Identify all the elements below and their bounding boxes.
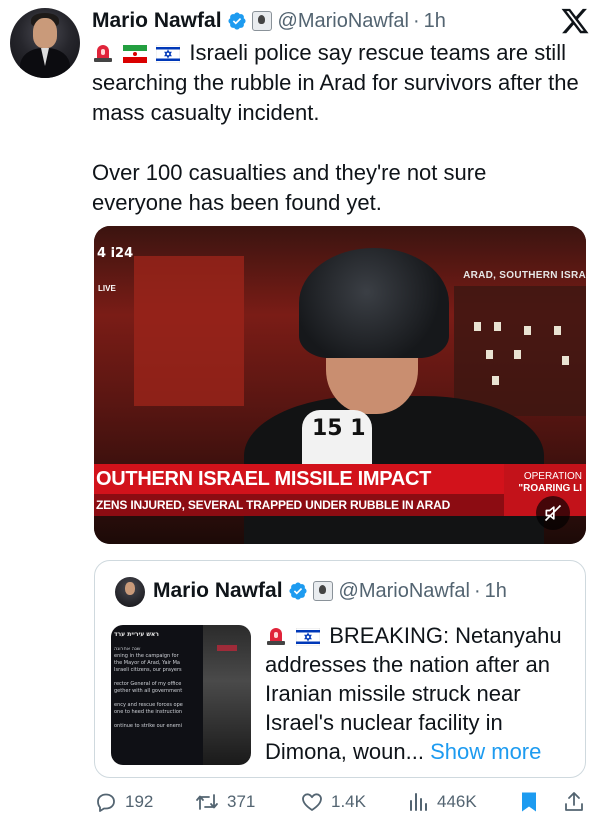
quote-doc-line [114,674,200,681]
quote-doc-line: ency and rescue forces ope [114,702,183,708]
bookmark-icon [522,792,536,812]
israel-flag-icon [296,628,321,646]
show-more-link[interactable]: Show more [430,739,541,764]
quote-document-thumbnail: ראש עיריית ערד שנה אחרונה ening in the c… [111,625,203,765]
live-label: LIVE [98,284,116,293]
news-headline: OUTHERN ISRAEL MISSILE IMPACT [94,464,504,494]
quote-doc-line: ening in the campaign for [114,653,179,659]
quote-author-handle: @MarioNawfal [338,579,470,602]
news-subheadline: ZENS INJURED, SEVERAL TRAPPED UNDER RUBB… [94,494,504,516]
tweet-header: Mario Nawfal @MarioNawfal · 1h [92,6,590,36]
quote-doc-line: Israeli citizens, our prayers [114,667,182,673]
affiliation-badge-icon[interactable] [251,11,272,31]
quote-doc-line: ontinue to strike our enemi [114,723,183,729]
quote-doc-line: one to heed the instruction [114,709,183,715]
reply-count: 192 [125,792,154,811]
quote-doc-line: gether with all government [114,688,183,694]
quote-time: 1h [484,579,507,602]
quote-doc-header: ראש עיריית ערד [114,631,159,638]
views-chart-icon [410,793,427,811]
quote-doc-line: the Mayor of Arad, Yair Ma [114,660,180,666]
quote-doc-line: rector General of my office [114,681,182,687]
quote-doc-line: שנה אחרונה [114,646,141,652]
author-handle[interactable]: @MarioNawfal [278,10,409,33]
quote-video-thumbnail [203,625,251,765]
siren-emoji-icon [267,628,285,645]
x-logo-icon[interactable] [560,6,590,36]
repost-icon [196,794,218,810]
tweet-time[interactable]: 1h [424,10,446,33]
views-count: 446K [437,792,477,811]
share-icon [565,792,583,811]
separator-dot: · [412,9,420,32]
operation-line-2: "ROARING LI [518,483,582,494]
quote-verified-badge-icon [288,582,307,600]
quote-author-name: Mario Nawfal [153,579,283,602]
quote-author-avatar [115,577,145,607]
author-name[interactable]: Mario Nawfal [92,9,222,33]
mic-flag-label: 15 1 [312,416,366,441]
repost-count: 371 [227,792,256,811]
quote-separator-dot: · [473,579,481,602]
reply-button[interactable]: 192 [94,790,153,814]
israel-flag-icon [156,45,181,63]
mute-button[interactable] [536,496,570,530]
channel-logo: 4 i24 [97,246,134,261]
like-count: 1.4K [331,792,366,811]
quote-body: BREAKING: Netanyahu addresses the nation… [265,621,577,766]
share-button[interactable] [562,790,593,814]
like-button[interactable]: 1.4K [300,790,366,814]
video-player[interactable]: 15 1 4 i24 LIVE ARAD, SOUTHERN ISRA OUTH… [94,226,586,544]
views-button[interactable]: 446K [408,790,477,814]
quoted-tweet[interactable]: Mario Nawfal @MarioNawfal · 1h ראש עיריי… [94,560,586,778]
quote-doc-line [114,695,200,702]
repost-button[interactable]: 371 [194,790,255,814]
bookmark-button[interactable] [518,790,547,814]
quote-doc-line [114,716,200,723]
quote-affiliation-badge-icon [312,581,333,601]
tweet-paragraph-2: Over 100 casualties and they're not sure… [92,160,487,215]
verified-badge-icon [227,12,246,30]
tweet-body: Israeli police say rescue teams are stil… [92,38,582,248]
siren-emoji-icon [94,45,112,62]
quote-media-thumbnails: ראש עיריית ערד שנה אחרונה ening in the c… [111,625,251,765]
iran-flag-icon [123,45,148,63]
action-bar: 192 371 1.4K 446K [92,790,588,820]
location-caption: ARAD, SOUTHERN ISRA [463,270,586,281]
reply-icon [97,793,115,812]
operation-line-1: OPERATION [523,471,582,482]
heart-icon [302,793,322,811]
muted-speaker-icon [544,504,562,522]
author-avatar[interactable] [10,8,80,78]
quote-header: Mario Nawfal @MarioNawfal · 1h [153,579,507,603]
